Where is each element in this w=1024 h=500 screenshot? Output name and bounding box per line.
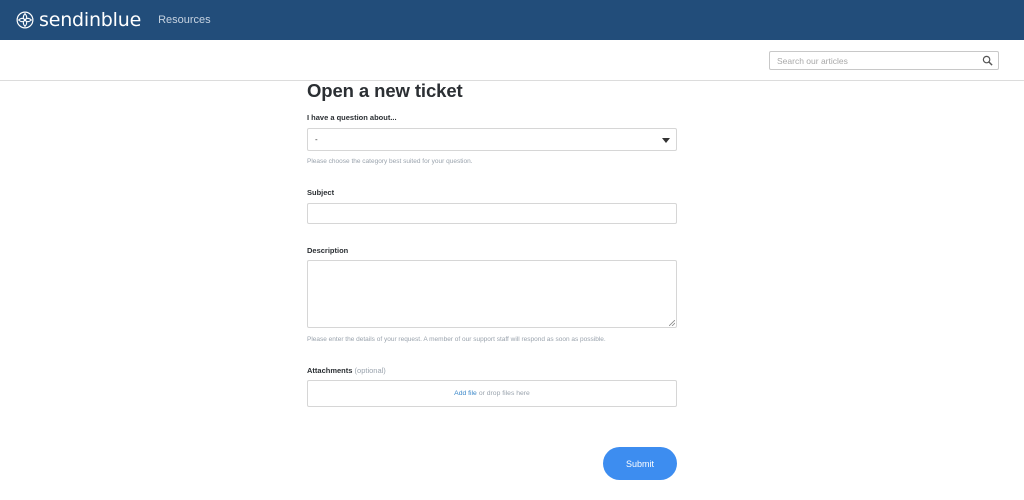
subject-label: Subject: [307, 188, 335, 197]
search-input[interactable]: [777, 55, 977, 66]
description-hint: Please enter the details of your request…: [307, 336, 606, 343]
search-bar-region: [0, 40, 1024, 81]
add-file-link[interactable]: Add file: [454, 390, 477, 397]
subject-input[interactable]: [307, 203, 677, 224]
attachments-label-text: Attachments: [307, 366, 353, 375]
description-textarea[interactable]: [307, 260, 677, 328]
nav-link-resources[interactable]: Resources: [158, 14, 211, 26]
optional-tag: (optional): [354, 366, 386, 375]
ticket-form: Open a new ticket I have a question abou…: [307, 80, 677, 480]
attachment-dropzone[interactable]: Add file or drop files here: [307, 380, 677, 407]
category-hint: Please choose the category best suited f…: [307, 158, 473, 165]
drop-files-text: or drop files here: [478, 390, 530, 397]
category-select[interactable]: -: [307, 128, 677, 151]
resize-handle-icon[interactable]: [669, 320, 675, 326]
attachments-label: Attachments (optional): [307, 366, 386, 375]
category-label: I have a question about...: [307, 113, 397, 122]
sendinblue-logo-icon: [16, 11, 34, 29]
category-selected-value: -: [315, 135, 318, 144]
brand-logo[interactable]: sendinblue: [16, 9, 141, 31]
top-navigation-bar: sendinblue Resources: [0, 0, 1024, 40]
search-icon[interactable]: [982, 55, 993, 66]
page-title: Open a new ticket: [307, 80, 463, 101]
submit-button[interactable]: Submit: [603, 447, 677, 480]
brand-name: sendinblue: [39, 9, 142, 31]
description-label: Description: [307, 246, 349, 255]
article-search: [769, 51, 999, 70]
caret-down-icon: [662, 138, 670, 143]
